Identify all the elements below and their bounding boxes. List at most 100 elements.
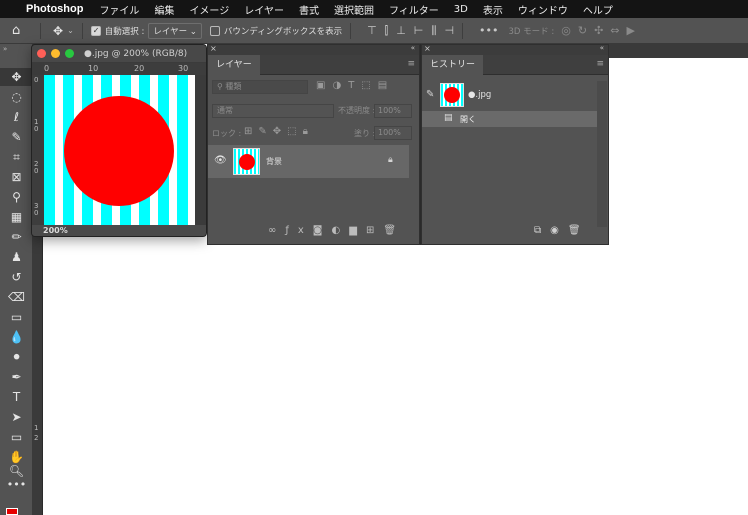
document-canvas[interactable] (44, 75, 195, 225)
bounding-box-checkbox[interactable] (209, 25, 220, 36)
eraser-tool-icon[interactable]: ⌫ (0, 290, 33, 304)
menu-select[interactable]: 選択範囲 (334, 2, 374, 17)
panel-menu-icon[interactable]: ≡ (407, 59, 415, 69)
layer-row[interactable]: 👁︎ 背景 🔒︎ (208, 145, 409, 178)
document-titlebar[interactable]: ●.jpg @ 200% (RGB/8) (32, 45, 206, 62)
eye-icon[interactable]: 👁︎ (214, 155, 227, 166)
camera-icon[interactable]: ◉ (550, 225, 568, 236)
auto-select-checkbox[interactable] (90, 25, 101, 36)
tab-layers[interactable]: レイヤー (208, 55, 260, 75)
blur-tool-icon[interactable]: 💧 (0, 330, 33, 344)
align-right-icon[interactable]: ⊣ (444, 24, 454, 37)
trash-icon[interactable]: 🗑︎ (568, 225, 590, 236)
rectangle-tool-icon[interactable]: ▭ (0, 430, 33, 444)
history-snapshot[interactable]: ✎ ●.jpg (422, 81, 597, 109)
link-icon[interactable]: ∞ (268, 225, 285, 236)
menu-view[interactable]: 表示 (483, 2, 503, 17)
zoom-tool-icon[interactable]: 🔍︎ (0, 464, 33, 478)
image-filter-icon[interactable]: ▣ (316, 80, 332, 91)
crop-tool-icon[interactable]: ⌗ (0, 150, 33, 165)
type-filter-icon[interactable]: T (348, 80, 361, 91)
new-document-from-state-icon[interactable]: ⧉ (534, 225, 550, 236)
edit-toolbar-icon[interactable]: ••• (0, 478, 33, 491)
3d-pan-icon[interactable]: ✣ (594, 24, 603, 37)
path-select-tool-icon[interactable]: ➤ (0, 410, 33, 424)
3d-slide-icon[interactable]: ⇔ (610, 24, 619, 37)
align-left-icon[interactable]: ⊢ (414, 24, 424, 37)
panel-menu-icon[interactable]: ≡ (596, 59, 604, 69)
folder-icon[interactable]: ▆ (349, 225, 366, 236)
menu-edit[interactable]: 編集 (154, 2, 174, 17)
eyedropper-tool-icon[interactable]: ⚲ (0, 190, 33, 204)
auto-select-dropdown[interactable]: レイヤー ⌄ (148, 22, 202, 39)
menu-layer[interactable]: レイヤー (244, 2, 284, 17)
quick-select-tool-icon[interactable]: ✎ (0, 130, 33, 144)
dodge-tool-icon[interactable]: ⚫ (0, 350, 33, 364)
zoom-level[interactable]: 200% (32, 225, 206, 236)
marquee-tool-icon[interactable]: ◌ (0, 90, 33, 104)
trash-icon[interactable]: 🗑︎ (383, 225, 405, 236)
align-vcenter-icon[interactable]: ⫿ (385, 24, 389, 38)
3d-roll-icon[interactable]: ↻ (578, 24, 587, 37)
menu-filter[interactable]: フィルター (389, 2, 439, 17)
adjustment-filter-icon[interactable]: ◑ (332, 80, 348, 91)
history-brush-source-icon[interactable]: ✎ (426, 89, 434, 100)
lock-all-icon[interactable]: 🔒︎ (303, 126, 314, 137)
history-brush-tool-icon[interactable]: ↺ (0, 270, 33, 284)
gradient-tool-icon[interactable]: ▭ (0, 310, 33, 324)
blend-mode-dropdown[interactable]: 通常 (212, 104, 334, 118)
opacity-field[interactable]: 100% (374, 104, 412, 118)
lasso-tool-icon[interactable]: ℓ (0, 110, 33, 124)
pen-tool-icon[interactable]: ✒ (0, 370, 33, 384)
menu-image[interactable]: イメージ (189, 2, 229, 17)
menu-type[interactable]: 書式 (299, 2, 319, 17)
lock-paint-icon[interactable]: ✎ (258, 126, 272, 137)
lock-pixels-icon[interactable]: ⊞ (244, 126, 258, 137)
chevron-down-icon[interactable]: ⌄ (67, 26, 74, 35)
move-tool-icon[interactable]: ✥ (0, 68, 33, 86)
menu-file[interactable]: ファイル (99, 2, 139, 17)
more-options-button[interactable]: ••• (479, 24, 498, 37)
3d-camera-icon[interactable]: ▶ (627, 24, 635, 37)
minimize-window-button[interactable] (51, 49, 60, 58)
hand-tool-icon[interactable]: ✋ (0, 450, 33, 464)
healing-brush-tool-icon[interactable]: ▦ (0, 210, 33, 224)
close-icon[interactable]: × (424, 44, 431, 53)
move-tool-icon[interactable]: ✥ (53, 24, 63, 38)
adjustment-icon[interactable]: ◐ (332, 225, 350, 236)
clone-stamp-tool-icon[interactable]: ♟ (0, 250, 33, 264)
brush-tool-icon[interactable]: ✏ (0, 230, 33, 244)
history-state[interactable]: ▤ 開く (422, 111, 597, 127)
lock-position-icon[interactable]: ✥ (273, 126, 287, 137)
new-layer-icon[interactable]: ⊞ (366, 225, 383, 236)
collapse-icon[interactable]: « (600, 44, 604, 52)
mask-icon[interactable]: ◙ (313, 225, 332, 236)
history-scrollbar[interactable] (597, 81, 607, 227)
fx-icon[interactable]: ƒx (285, 225, 312, 236)
align-bottom-icon[interactable]: ⊥ (396, 24, 406, 37)
home-icon[interactable]: ⌂ (12, 23, 32, 38)
fill-field[interactable]: 100% (374, 126, 412, 140)
tab-history[interactable]: ヒストリー (422, 55, 484, 75)
layer-filter-dropdown[interactable]: ⚲ 種類 (212, 80, 308, 94)
collapse-icon[interactable]: » (3, 45, 7, 53)
foreground-color-swatch[interactable] (6, 508, 18, 515)
close-window-button[interactable] (37, 49, 46, 58)
3d-orbit-icon[interactable]: ◎ (561, 24, 571, 37)
menu-window[interactable]: ウィンドウ (518, 2, 568, 17)
opacity-label: 不透明度 : (338, 106, 376, 115)
menu-3d[interactable]: 3D (454, 4, 468, 15)
close-icon[interactable]: × (210, 44, 217, 53)
menu-help[interactable]: ヘルプ (583, 2, 613, 17)
smart-object-filter-icon[interactable]: ▤ (378, 80, 394, 91)
zoom-window-button[interactable] (65, 49, 74, 58)
lock-artboard-icon[interactable]: ⬚ (287, 126, 302, 137)
menu-app-name[interactable]: Photoshop (26, 3, 83, 15)
frame-tool-icon[interactable]: ⊠ (0, 170, 33, 184)
align-hcenter-icon[interactable]: ⫼ (431, 24, 436, 38)
divider (40, 22, 41, 39)
type-tool-icon[interactable]: T (0, 390, 33, 404)
align-top-icon[interactable]: ⊤ (367, 24, 377, 37)
collapse-icon[interactable]: « (411, 44, 415, 52)
shape-filter-icon[interactable]: ⬚ (361, 80, 377, 91)
